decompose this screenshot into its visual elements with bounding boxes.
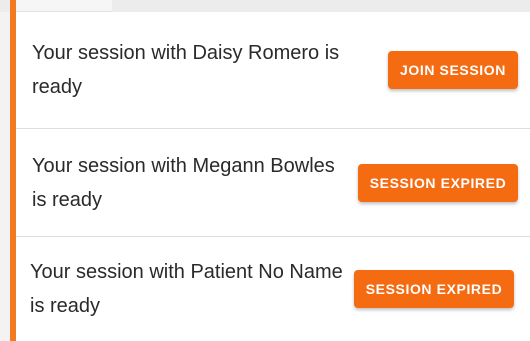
session-expired-button[interactable]: SESSION EXPIRED xyxy=(358,163,518,202)
session-message: Your session with Patient No Name is rea… xyxy=(30,261,343,317)
session-row: Your session with Daisy Romero is ready … xyxy=(16,12,530,129)
top-strip xyxy=(0,0,530,12)
session-expired-button[interactable]: SESSION EXPIRED xyxy=(354,270,514,308)
session-row: Your session with Patient No Name is rea… xyxy=(16,237,530,341)
session-message: Your session with Megann Bowles is ready xyxy=(32,154,335,211)
top-tab-edge xyxy=(12,0,112,12)
join-session-button[interactable]: JOIN SESSION xyxy=(388,51,518,89)
session-list: Your session with Daisy Romero is ready … xyxy=(16,12,530,341)
session-notifications-screen: Your session with Daisy Romero is ready … xyxy=(0,0,530,341)
accent-bar xyxy=(10,0,16,341)
session-row: Your session with Megann Bowles is ready… xyxy=(16,129,530,237)
session-message: Your session with Daisy Romero is ready xyxy=(32,42,340,98)
